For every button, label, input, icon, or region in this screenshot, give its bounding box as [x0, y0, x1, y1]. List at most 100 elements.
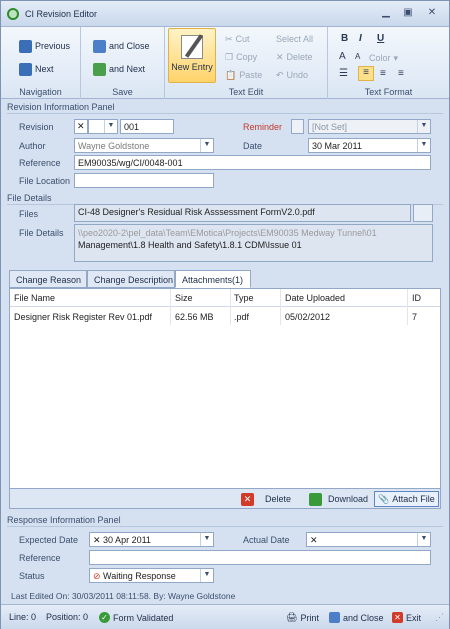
files-label: Files [19, 209, 39, 219]
reference-input[interactable]: EM90035/wg/CI/0048-001 [74, 155, 431, 170]
ribbon-group-title: Navigation [19, 87, 62, 97]
resize-grip-icon[interactable]: ⋰ [435, 612, 444, 623]
chevron-down-icon: ▼ [200, 569, 213, 582]
undo-button[interactable]: ↶ Undo [276, 66, 308, 84]
browse-file-button[interactable] [413, 204, 433, 222]
revision-input[interactable]: 001 [120, 119, 174, 134]
previous-button[interactable]: Previous [19, 37, 70, 55]
new-entry-icon [181, 35, 203, 59]
column-header-size[interactable]: Size [175, 293, 193, 303]
tab-change-reason[interactable]: Change Reason [9, 270, 87, 288]
close-button[interactable]: ✕ [424, 7, 440, 20]
response-reference-input[interactable] [89, 550, 431, 565]
bold-button[interactable]: B [341, 33, 348, 44]
expected-date-label: Expected Date [19, 535, 79, 545]
file-details-label: File Details [19, 228, 64, 238]
file-location-input[interactable] [74, 173, 214, 188]
chevron-down-icon: ▼ [200, 139, 213, 152]
date-picker[interactable]: 30 Mar 2011 ▼ [308, 138, 431, 153]
status-dropdown[interactable]: ⊘ Waiting Response ▼ [89, 568, 214, 583]
attach-file-button[interactable]: 📎 Attach File [374, 491, 439, 507]
tab-attachments[interactable]: Attachments(1) [175, 270, 251, 288]
save-and-next-button[interactable]: and Next [93, 60, 145, 78]
font-size-up-icon[interactable]: A [339, 51, 346, 62]
column-divider [407, 289, 408, 325]
last-edited-text: Last Edited On: 30/03/2011 08:11:58. By:… [11, 591, 236, 601]
delete-icon: ✕ [241, 492, 254, 506]
exit-button[interactable]: ✕ Exit [392, 612, 421, 623]
attachments-grid: File Name Size Type Date Uploaded ID Des… [9, 288, 441, 489]
expected-date-picker[interactable]: ✕ 30 Apr 2011 ▼ [89, 532, 214, 547]
cell-file-name: Designer Risk Register Rev 01.pdf [14, 312, 153, 322]
check-icon: ✓ [99, 612, 110, 623]
file-location-label: File Location [19, 176, 71, 186]
file-details-field: \\peo2020-2\pel_data\Team\EMotica\Projec… [74, 224, 433, 262]
ribbon-group-navigation: Previous Next Navigation [1, 27, 81, 99]
ribbon-group-text-edit: New Entry ✂ Cut ❐ Copy 📋 Paste Select All ✕… [165, 27, 328, 99]
date-label: Date [243, 141, 263, 151]
clear-icon[interactable]: ✕ [310, 535, 318, 545]
ribbon-group-title: Text Format [364, 87, 413, 97]
column-header-file-name[interactable]: File Name [14, 293, 55, 303]
column-divider [280, 289, 281, 325]
ribbon-group-text-format: B I U A A Color ▾ ☰ ≡ ≡ ≡ Text Format [328, 27, 449, 99]
next-button[interactable]: Next [19, 60, 54, 78]
delete-attachment-button[interactable]: ✕ Delete [238, 491, 302, 507]
font-size-down-icon[interactable]: A [355, 52, 360, 61]
select-all-button[interactable]: Select All [276, 30, 313, 48]
revision-prefix-dropdown[interactable]: ▼ [88, 119, 118, 134]
response-panel-title: Response Information Panel [7, 515, 443, 527]
cut-button[interactable]: ✂ Cut [225, 30, 250, 48]
align-center-icon[interactable]: ≡ [380, 68, 386, 79]
actual-date-label: Actual Date [243, 535, 290, 545]
tab-change-description[interactable]: Change Description [87, 270, 175, 288]
save-and-close-status-button[interactable]: and Close [329, 612, 384, 623]
files-field: CI-48 Designer's Residual Risk Asssessme… [74, 204, 411, 222]
align-right-icon[interactable]: ≡ [398, 68, 404, 79]
underline-button[interactable]: U [377, 33, 384, 44]
no-entry-icon: ⊘ [93, 571, 104, 581]
italic-button[interactable]: I [359, 33, 362, 44]
ci-revision-editor-window: CI Revision Editor ▁ ▣ ✕ Previous Next N… [0, 0, 450, 629]
actual-date-picker[interactable]: ✕ ▼ [306, 532, 431, 547]
revision-clear-button[interactable]: ✕ [74, 119, 88, 134]
line-indicator: Line: 0 [9, 612, 37, 622]
chevron-down-icon: ▼ [417, 120, 430, 133]
paste-button[interactable]: 📋 Paste [225, 66, 262, 84]
response-reference-label: Reference [19, 553, 61, 563]
download-attachment-button[interactable]: Download [306, 491, 374, 507]
minimize-button[interactable]: ▁ [378, 7, 394, 20]
cell-size: 62.56 MB [175, 312, 214, 322]
printer-icon: 🖨 [286, 612, 298, 622]
clear-icon[interactable]: ✕ [93, 535, 103, 545]
reminder-checkbox[interactable] [291, 119, 304, 134]
cell-date-uploaded: 05/02/2012 [285, 312, 331, 322]
copy-button[interactable]: ❐ Copy [225, 48, 257, 66]
save-and-close-button[interactable]: and Close [93, 37, 150, 55]
next-icon [19, 62, 32, 76]
column-header-type[interactable]: Type [234, 293, 254, 303]
attachments-toolbar: ✕ Delete Download 📎 Attach File [9, 489, 441, 509]
column-header-id[interactable]: ID [412, 293, 421, 303]
column-header-date-uploaded[interactable]: Date Uploaded [285, 293, 345, 303]
bullet-list-icon[interactable]: ☰ [339, 68, 348, 79]
chevron-down-icon: ▼ [417, 533, 430, 546]
exit-icon: ✕ [392, 612, 403, 623]
revision-panel-title: Revision Information Panel [7, 102, 443, 114]
color-dropdown[interactable]: Color ▾ [369, 49, 398, 67]
validation-status: ✓ Form Validated [99, 612, 173, 623]
maximize-button[interactable]: ▣ [400, 7, 416, 20]
ribbon-group-title: Text Edit [228, 87, 264, 97]
print-button[interactable]: 🖨 Print [286, 612, 319, 623]
grid-header: File Name Size Type Date Uploaded ID [10, 289, 440, 307]
author-dropdown[interactable]: Wayne Goldstone ▼ [74, 138, 214, 153]
save-disk-icon [329, 612, 340, 623]
new-entry-button[interactable]: New Entry [168, 28, 216, 83]
align-left-icon[interactable]: ≡ [358, 66, 374, 81]
ribbon-group-title: Save [112, 87, 133, 97]
cell-id: 7 [412, 312, 418, 322]
chevron-down-icon: ▼ [104, 120, 117, 133]
reminder-label: Reminder [243, 122, 283, 132]
reminder-dropdown[interactable]: [Not Set] ▼ [308, 119, 431, 134]
delete-text-button[interactable]: ✕ Delete [276, 48, 313, 66]
